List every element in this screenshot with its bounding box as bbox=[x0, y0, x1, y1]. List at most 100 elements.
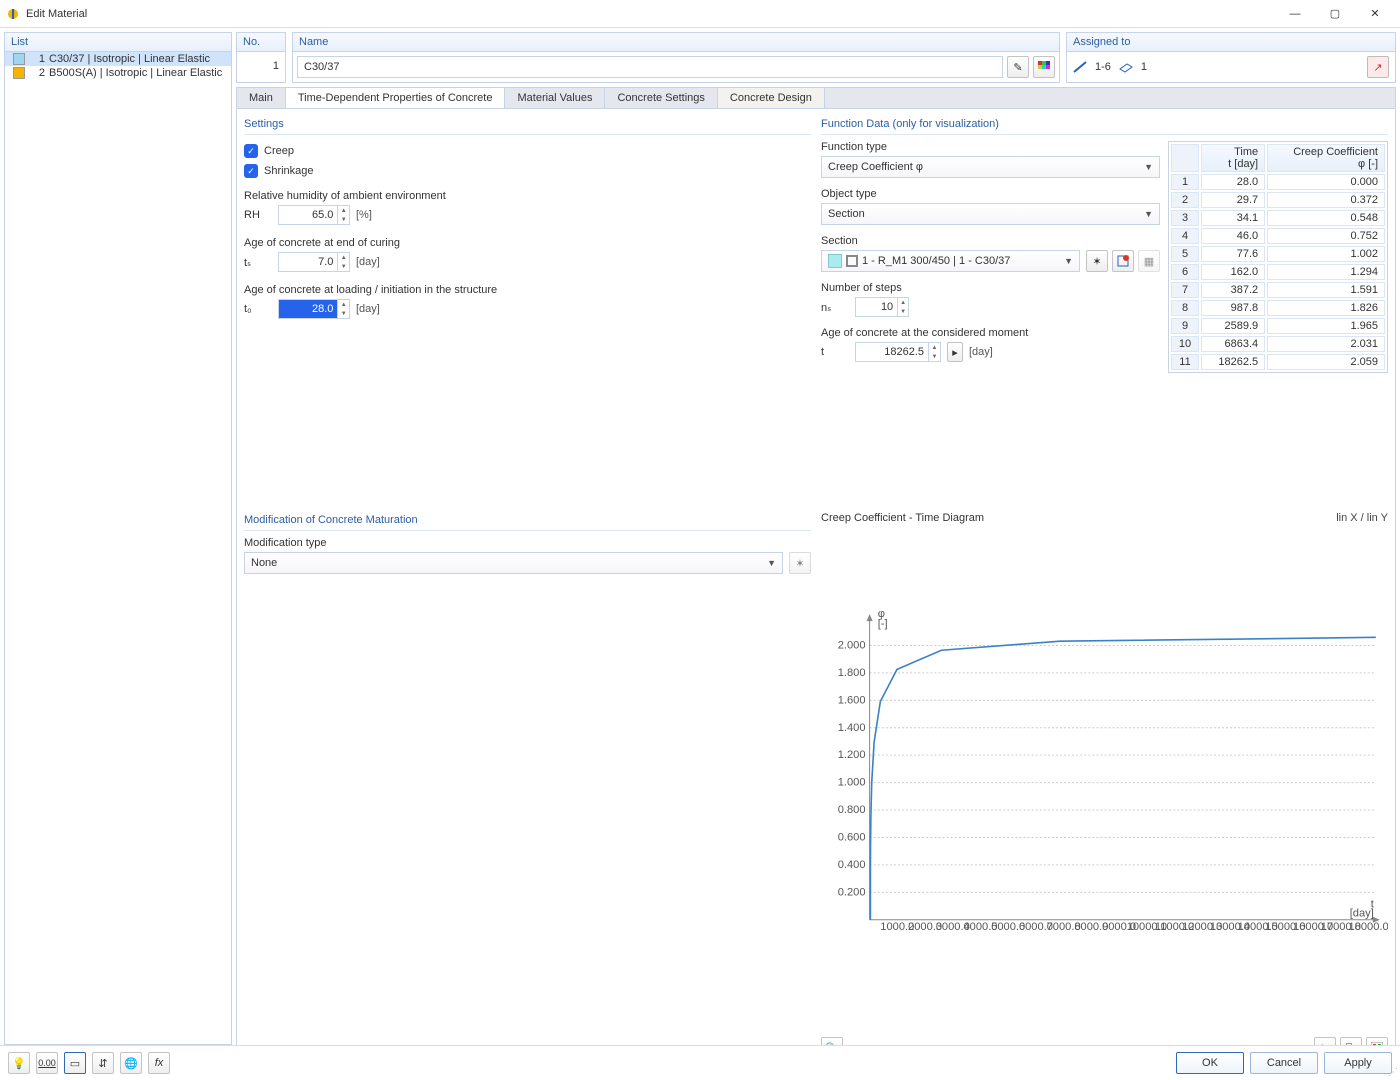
apply-button[interactable]: Apply bbox=[1324, 1052, 1392, 1074]
table-row[interactable]: 128.00.000 bbox=[1171, 174, 1385, 190]
table-row[interactable]: 334.10.548 bbox=[1171, 210, 1385, 226]
name-box: Name ✎ bbox=[292, 32, 1060, 83]
color-chooser-button[interactable] bbox=[1033, 56, 1055, 78]
maximize-button[interactable]: ▢ bbox=[1316, 3, 1354, 25]
ts-caption: Age of concrete at end of curing bbox=[244, 237, 811, 249]
tab[interactable]: Material Values bbox=[505, 88, 605, 108]
material-list[interactable]: 1 C30/37 | Isotropic | Linear Elastic2B50… bbox=[5, 52, 231, 1044]
age-unit: [day] bbox=[969, 346, 993, 358]
ts-input[interactable]: ▲▼ bbox=[278, 252, 350, 272]
svg-text:1.400: 1.400 bbox=[838, 722, 866, 734]
tab[interactable]: Main bbox=[237, 88, 286, 108]
t0-caption: Age of concrete at loading / initiation … bbox=[244, 284, 811, 296]
no-value: 1 bbox=[237, 52, 285, 80]
table-row[interactable]: 8987.81.826 bbox=[1171, 300, 1385, 316]
table-row[interactable]: 92589.91.965 bbox=[1171, 318, 1385, 334]
assigned-label: Assigned to bbox=[1067, 33, 1395, 52]
object-type-select[interactable]: Section▼ bbox=[821, 203, 1160, 225]
ftype-value: Creep Coefficient φ bbox=[828, 161, 923, 173]
age-input[interactable]: ▲▼ bbox=[855, 342, 941, 362]
table-row[interactable]: 446.00.752 bbox=[1171, 228, 1385, 244]
table-row[interactable]: 6162.01.294 bbox=[1171, 264, 1385, 280]
function-button[interactable]: fx bbox=[148, 1052, 170, 1074]
list-item[interactable]: 1 C30/37 | Isotropic | Linear Elastic bbox=[5, 52, 231, 66]
material-name-input[interactable] bbox=[297, 56, 1003, 78]
function-header: Function Data (only for visualization) bbox=[821, 116, 1388, 135]
table-row[interactable]: 229.70.372 bbox=[1171, 192, 1385, 208]
globe-button[interactable]: 🌐 bbox=[120, 1052, 142, 1074]
close-button[interactable]: ✕ bbox=[1356, 3, 1394, 25]
section-new-button[interactable]: ✶ bbox=[1086, 250, 1108, 272]
ftype-caption: Function type bbox=[821, 141, 1160, 153]
units-button[interactable]: 0.00 bbox=[36, 1052, 58, 1074]
rh-input[interactable]: ▲▼ bbox=[278, 205, 350, 225]
table-row[interactable]: 577.61.002 bbox=[1171, 246, 1385, 262]
t0-input[interactable]: ▲▼ bbox=[278, 299, 350, 319]
rh-unit: [%] bbox=[356, 209, 372, 221]
age-max-button[interactable]: ▸ bbox=[947, 342, 963, 362]
diagram-title: Creep Coefficient - Time Diagram bbox=[821, 512, 984, 524]
svg-text:0.600: 0.600 bbox=[838, 831, 866, 843]
slab-icon bbox=[1119, 60, 1133, 74]
view-button[interactable]: ▭ bbox=[64, 1052, 86, 1074]
bottom-bar: 💡 0.00 ▭ ⇵ 🌐 fx OK Cancel Apply bbox=[0, 1045, 1400, 1080]
shrinkage-label: Shrinkage bbox=[264, 165, 314, 177]
section-library-button[interactable]: ▦ bbox=[1138, 250, 1160, 272]
list-item[interactable]: 2B500S(A) | Isotropic | Linear Elastic bbox=[5, 66, 231, 80]
col-time: Timet [day] bbox=[1201, 144, 1265, 172]
creep-checkbox[interactable]: ✓ bbox=[244, 144, 258, 158]
modification-edit-button[interactable]: ✶ bbox=[789, 552, 811, 574]
diagram-axes-mode: lin X / lin Y bbox=[1336, 512, 1388, 524]
list-index: 1 bbox=[29, 53, 45, 65]
list-header: List bbox=[5, 33, 231, 52]
rh-caption: Relative humidity of ambient environment bbox=[244, 190, 811, 202]
function-data-pane: Function Data (only for visualization) F… bbox=[819, 114, 1390, 504]
tab[interactable]: Concrete Design bbox=[718, 88, 825, 108]
settings-pane: Settings ✓ Creep ✓ Shrinkage Relative hu… bbox=[242, 114, 813, 504]
table-row[interactable]: 106863.42.031 bbox=[1171, 336, 1385, 352]
table-row[interactable]: 1118262.52.059 bbox=[1171, 354, 1385, 370]
ts-unit: [day] bbox=[356, 256, 380, 268]
cancel-button[interactable]: Cancel bbox=[1250, 1052, 1318, 1074]
tab[interactable]: Concrete Settings bbox=[605, 88, 717, 108]
section-edit-button[interactable] bbox=[1112, 250, 1134, 272]
name-label: Name bbox=[293, 33, 1059, 52]
shrinkage-checkbox[interactable]: ✓ bbox=[244, 164, 258, 178]
svg-text:0.200: 0.200 bbox=[838, 886, 866, 898]
resize-grip[interactable]: ⋰ bbox=[1388, 1067, 1398, 1078]
function-type-select[interactable]: Creep Coefficient φ▼ bbox=[821, 156, 1160, 178]
svg-text:1.600: 1.600 bbox=[838, 694, 866, 706]
title-bar: Edit Material — ▢ ✕ bbox=[0, 0, 1400, 28]
table-row[interactable]: 7387.21.591 bbox=[1171, 282, 1385, 298]
tab-strip: MainTime-Dependent Properties of Concret… bbox=[236, 87, 1396, 108]
edit-name-button[interactable]: ✎ bbox=[1007, 56, 1029, 78]
modification-header: Modification of Concrete Maturation bbox=[244, 512, 811, 531]
number-box: No. 1 bbox=[236, 32, 286, 83]
modification-type-select[interactable]: None▼ bbox=[244, 552, 783, 574]
t0-symbol: t₀ bbox=[244, 303, 272, 315]
pick-assigned-button[interactable]: ↗ bbox=[1367, 56, 1389, 78]
list-label: B500S(A) | Isotropic | Linear Elastic bbox=[49, 67, 222, 79]
tree-button[interactable]: ⇵ bbox=[92, 1052, 114, 1074]
ok-button[interactable]: OK bbox=[1176, 1052, 1244, 1074]
list-label: C30/37 | Isotropic | Linear Elastic bbox=[49, 53, 210, 65]
svg-text:0.800: 0.800 bbox=[838, 804, 866, 816]
otype-caption: Object type bbox=[821, 188, 1160, 200]
svg-text:[-]: [-] bbox=[878, 618, 888, 630]
modification-pane: Modification of Concrete Maturation Modi… bbox=[242, 510, 813, 1070]
section-select[interactable]: 1 - R_M1 300/450 | 1 - C30/37 ▼ bbox=[821, 250, 1080, 272]
modtype-caption: Modification type bbox=[244, 537, 811, 549]
steps-input[interactable]: ▲▼ bbox=[855, 297, 909, 317]
svg-text:1.000: 1.000 bbox=[838, 777, 866, 789]
assigned-box: Assigned to 1-6 1 ↗ bbox=[1066, 32, 1396, 83]
help-button[interactable]: 💡 bbox=[8, 1052, 30, 1074]
svg-text:18000.0: 18000.0 bbox=[1348, 921, 1388, 933]
svg-text:1.200: 1.200 bbox=[838, 749, 866, 761]
minimize-button[interactable]: — bbox=[1276, 3, 1314, 25]
window-title: Edit Material bbox=[26, 8, 87, 20]
no-label: No. bbox=[237, 33, 285, 52]
tab[interactable]: Time-Dependent Properties of Concrete bbox=[286, 88, 506, 108]
section-caption: Section bbox=[821, 235, 1160, 247]
age-caption: Age of concrete at the considered moment bbox=[821, 327, 1160, 339]
age-symbol: t bbox=[821, 346, 849, 358]
